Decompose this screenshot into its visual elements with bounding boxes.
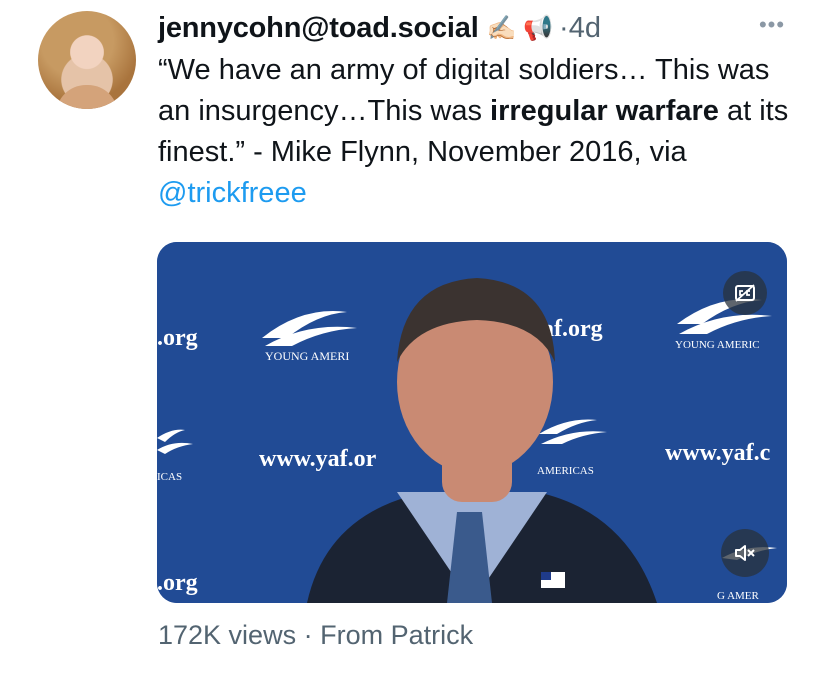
backdrop-org-left: .org (157, 325, 198, 351)
footer-separator: · (303, 620, 313, 650)
avatar-shoulders (56, 85, 118, 109)
mute-button[interactable] (721, 529, 769, 577)
backdrop-americas-center: AMERICAS (537, 465, 594, 477)
backdrop-young-america-1: YOUNG AMERI (265, 349, 349, 363)
backdrop-young-america-3: G AMER (717, 590, 760, 602)
post-text-bold: irregular warfare (490, 95, 719, 127)
more-horizontal-icon: ••• (758, 12, 786, 37)
post-header: jennycohn@toad.social ✍🏻 📢 · 4d (158, 10, 601, 46)
more-options-button[interactable]: ••• (752, 10, 792, 40)
post-text: “We have an army of digital soldiers… Th… (158, 50, 798, 214)
separator-dot: · (559, 11, 569, 44)
handle-emoji: ✍🏻 📢 (486, 14, 554, 42)
backdrop-americas-left: ICAS (157, 471, 182, 483)
backdrop-www-left: www.yaf.or (259, 446, 377, 472)
post-footer: 172K views · From Patrick (158, 620, 473, 651)
post-timestamp[interactable]: 4d (569, 12, 601, 45)
video-source[interactable]: From Patrick (320, 620, 473, 650)
volume-muted-icon (735, 545, 755, 561)
closed-captions-icon (735, 284, 755, 302)
backdrop-org-bottom: .org (157, 570, 198, 596)
video-frame: .org YOUNG AMERI af.org YOUNG AMERIC www… (157, 242, 787, 603)
backdrop-young-america-2: YOUNG AMERIC (675, 339, 760, 351)
backdrop-www-right: www.yaf.c (665, 440, 771, 466)
mention-link[interactable]: @trickfreee (158, 177, 307, 209)
author-handle[interactable]: jennycohn@toad.social (158, 12, 479, 45)
captions-button[interactable] (723, 271, 767, 315)
avatar[interactable] (38, 11, 136, 109)
video-player[interactable]: .org YOUNG AMERI af.org YOUNG AMERIC www… (157, 242, 787, 603)
view-count: 172K views (158, 620, 297, 650)
